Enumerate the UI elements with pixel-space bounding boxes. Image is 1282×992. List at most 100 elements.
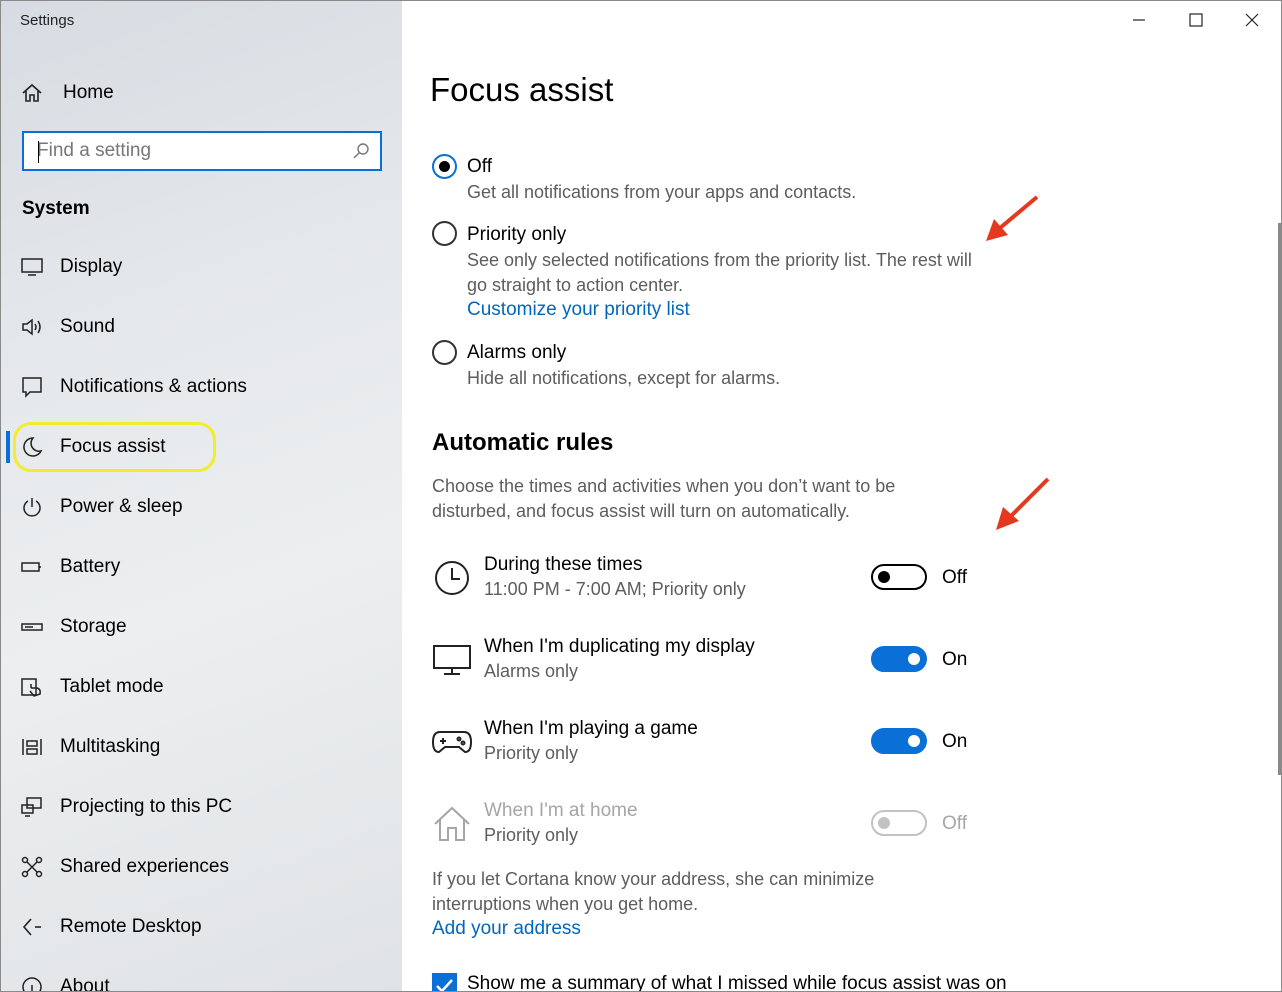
automatic-rules-intro: Choose the times and activities when you… bbox=[432, 476, 896, 521]
sidebar-item-label: Storage bbox=[60, 616, 127, 637]
clock-icon bbox=[435, 561, 469, 595]
house-icon bbox=[434, 806, 470, 841]
rule-subtitle-duplicating-display: Alarms only bbox=[484, 661, 579, 681]
rule-title-playing-game: When I'm playing a game bbox=[484, 718, 698, 739]
toggle-state-duplicating-display: On bbox=[942, 649, 968, 670]
sidebar-item-about[interactable]: About bbox=[1, 965, 401, 992]
toggle-at-home bbox=[871, 810, 927, 836]
checkmark-icon bbox=[436, 979, 453, 991]
rule-title-during-times: During these times bbox=[484, 554, 643, 575]
radio-label-alarms-only: Alarms only bbox=[467, 342, 567, 363]
gamepad-icon bbox=[432, 731, 472, 754]
summary-checkbox-label: Show me a summary of what I missed while… bbox=[467, 973, 1007, 992]
projecting-icon bbox=[21, 797, 42, 817]
rule-subtitle-at-home: Priority only bbox=[484, 825, 579, 845]
automatic-rules-heading: Automatic rules bbox=[432, 429, 614, 456]
rule-title-duplicating-display: When I'm duplicating my display bbox=[484, 636, 755, 657]
sidebar-item-label: Sound bbox=[60, 316, 115, 337]
customize-priority-list-link[interactable]: Customize your priority list bbox=[467, 299, 690, 321]
sidebar-item-display[interactable]: Display bbox=[1, 245, 401, 289]
monitor-icon bbox=[433, 645, 471, 675]
close-button[interactable] bbox=[1245, 13, 1259, 27]
toggle-knob bbox=[908, 735, 920, 747]
page-title: Focus assist bbox=[430, 71, 614, 108]
radio-label-priority-only: Priority only bbox=[467, 224, 567, 245]
sidebar-item-notifications[interactable]: Notifications & actions bbox=[1, 365, 401, 409]
sidebar-item-label: Display bbox=[60, 256, 123, 277]
sidebar-item-sound[interactable]: Sound bbox=[1, 305, 401, 349]
cortana-address-text: If you let Cortana know your address, sh… bbox=[432, 869, 875, 914]
power-icon bbox=[23, 498, 41, 517]
sidebar-item-remote-desktop[interactable]: Remote Desktop bbox=[1, 905, 401, 949]
toggle-knob bbox=[908, 653, 920, 665]
radio-desc-priority-only: See only selected notifications from the… bbox=[467, 250, 972, 295]
toggle-state-during-times: Off bbox=[942, 567, 967, 588]
radio-off[interactable] bbox=[432, 154, 457, 179]
storage-icon bbox=[21, 623, 43, 631]
radio-label-off: Off bbox=[467, 156, 492, 177]
minimize-button[interactable] bbox=[1132, 13, 1146, 27]
toggle-knob bbox=[878, 817, 890, 829]
radio-alarms-only[interactable] bbox=[432, 340, 457, 365]
summary-checkbox[interactable] bbox=[432, 973, 457, 991]
home-icon bbox=[22, 83, 42, 102]
sidebar-item-focus-assist[interactable]: Focus assist bbox=[1, 425, 401, 469]
toggle-playing-game[interactable] bbox=[871, 728, 927, 754]
settings-window: Settings Home System Display Sound bbox=[0, 0, 1282, 992]
sidebar-item-label: Tablet mode bbox=[60, 676, 164, 697]
app-title: Settings bbox=[20, 12, 75, 29]
toggle-knob bbox=[878, 571, 890, 583]
rule-subtitle-during-times: 11:00 PM - 7:00 AM; Priority only bbox=[484, 579, 746, 599]
scrollbar[interactable] bbox=[1278, 223, 1281, 775]
toggle-state-at-home: Off bbox=[942, 813, 967, 834]
sidebar-item-power-sleep[interactable]: Power & sleep bbox=[1, 485, 401, 529]
toggle-during-times[interactable] bbox=[871, 564, 927, 590]
annotation-arrow bbox=[996, 477, 1050, 530]
main-content: Focus assist Off Get all notifications f… bbox=[402, 1, 1281, 992]
remote-desktop-icon bbox=[22, 918, 41, 936]
notification-icon bbox=[22, 377, 42, 398]
sidebar-item-tablet-mode[interactable]: Tablet mode bbox=[1, 665, 401, 709]
sidebar-item-battery[interactable]: Battery bbox=[1, 545, 401, 589]
annotation-arrow bbox=[986, 195, 1039, 241]
sidebar-item-label: Focus assist bbox=[60, 436, 166, 457]
sidebar-item-multitasking[interactable]: Multitasking bbox=[1, 725, 401, 769]
sidebar-item-label: Notifications & actions bbox=[60, 376, 247, 397]
rule-subtitle-playing-game: Priority only bbox=[484, 743, 579, 763]
sidebar-item-label: Remote Desktop bbox=[60, 916, 202, 937]
text-caret bbox=[38, 141, 39, 163]
section-header-system: System bbox=[22, 198, 90, 219]
battery-icon bbox=[21, 562, 41, 572]
sidebar-item-label: Battery bbox=[60, 556, 121, 577]
add-address-link[interactable]: Add your address bbox=[432, 918, 581, 940]
sidebar-item-shared-experiences[interactable]: Shared experiences bbox=[1, 845, 401, 889]
sidebar-item-label: Power & sleep bbox=[60, 496, 183, 517]
toggle-state-playing-game: On bbox=[942, 731, 968, 752]
sidebar-home[interactable]: Home bbox=[21, 79, 114, 107]
search-input[interactable] bbox=[37, 140, 337, 162]
radio-priority-only[interactable] bbox=[432, 221, 457, 246]
active-indicator bbox=[6, 431, 10, 463]
sidebar-item-label: Multitasking bbox=[60, 736, 161, 757]
home-label: Home bbox=[63, 82, 114, 103]
search-icon[interactable] bbox=[352, 142, 370, 160]
sidebar-item-storage[interactable]: Storage bbox=[1, 605, 401, 649]
display-icon bbox=[21, 258, 43, 276]
tablet-mode-icon bbox=[21, 678, 41, 697]
search-box[interactable] bbox=[22, 131, 382, 171]
radio-desc-alarms-only: Hide all notifications, except for alarm… bbox=[467, 368, 781, 388]
rule-title-at-home: When I'm at home bbox=[484, 800, 638, 821]
sidebar-item-label: About bbox=[60, 976, 110, 992]
toggle-duplicating-display[interactable] bbox=[871, 646, 927, 672]
sidebar-item-label: Projecting to this PC bbox=[60, 796, 233, 817]
sidebar-item-label: Shared experiences bbox=[60, 856, 229, 877]
sidebar-item-projecting[interactable]: Projecting to this PC bbox=[1, 785, 401, 829]
speaker-icon bbox=[22, 318, 41, 336]
maximize-button[interactable] bbox=[1189, 13, 1203, 27]
shared-experiences-icon bbox=[21, 856, 43, 878]
moon-icon bbox=[23, 437, 43, 457]
multitasking-icon bbox=[22, 739, 42, 755]
info-icon bbox=[22, 977, 42, 991]
radio-desc-off: Get all notifications from your apps and… bbox=[467, 182, 857, 202]
sidebar: Settings Home System Display Sound bbox=[1, 1, 402, 992]
